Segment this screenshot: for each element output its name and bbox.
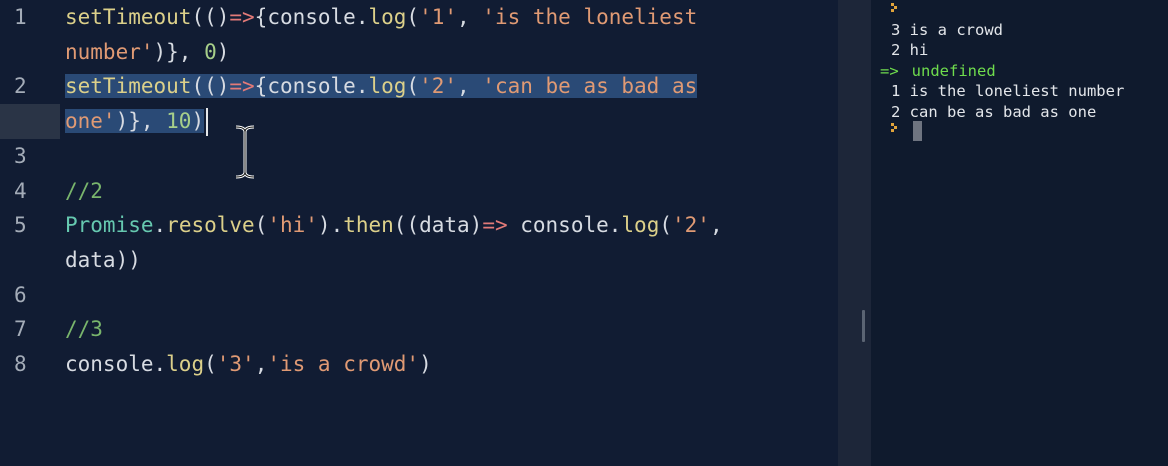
prompt-icon: [891, 2, 899, 16]
console-result: => undefined: [880, 61, 996, 81]
code-token: (: [659, 213, 672, 238]
code-token: one': [65, 109, 116, 134]
line-number: 4: [14, 178, 27, 203]
console-output-line: 2 hi: [891, 41, 929, 59]
code-line[interactable]: setTimeout(()=>{console.log('1', 'is the…: [65, 0, 697, 35]
text-cursor-icon: [235, 125, 255, 179]
line-number: 7: [14, 317, 27, 342]
code-token: setTimeout: [65, 74, 192, 99]
code-token: ).: [317, 213, 344, 238]
code-token: (: [406, 5, 420, 29]
code-token: console.: [65, 352, 167, 376]
code-token: ): [419, 352, 432, 376]
code-token: 'is a crowd': [267, 352, 420, 376]
line-number: 5: [14, 213, 27, 238]
code-line[interactable]: //3: [65, 312, 103, 347]
code-token: log: [368, 5, 407, 29]
code-token: 'is the loneliest: [482, 5, 698, 29]
code-token: //2: [65, 178, 103, 203]
code-token: {console.: [254, 5, 369, 29]
line-number: 3: [14, 143, 27, 168]
result-value: undefined: [911, 62, 996, 80]
code-token: ,: [457, 74, 483, 99]
code-token: console.: [507, 213, 622, 238]
line-number: 8: [14, 352, 27, 376]
code-token: (: [204, 352, 217, 376]
code-token: '3': [216, 352, 255, 376]
code-token: (: [406, 74, 420, 99]
code-token: .: [153, 213, 167, 238]
code-token: )},: [153, 39, 205, 64]
code-token: '1': [419, 5, 457, 29]
code-token: data)): [65, 247, 141, 272]
code-token: =>: [229, 74, 255, 99]
code-token: 0: [204, 39, 217, 64]
code-token: Promise: [65, 213, 154, 238]
code-token: =>: [482, 213, 508, 238]
code-token: log: [368, 74, 407, 99]
console-output-line: 2 can be as bad as one: [891, 103, 1097, 121]
code-line[interactable]: Promise.resolve('hi').then((data)=> cons…: [65, 208, 723, 243]
pane-splitter[interactable]: [838, 0, 871, 466]
code-token: ,: [709, 213, 723, 238]
code-token: //3: [65, 317, 103, 342]
code-token: 'can be as bad as: [482, 74, 698, 99]
code-token: ((): [191, 5, 230, 29]
result-arrow: =>: [880, 62, 899, 80]
code-editor[interactable]: 1 setTimeout(()=>{console.log('1', 'is th…: [0, 0, 838, 466]
code-token: ((): [191, 74, 230, 99]
code-token: ): [216, 39, 230, 64]
text-caret: [206, 108, 209, 137]
code-token: number': [65, 39, 154, 64]
console-output-line: 3 is a crowd: [891, 21, 1003, 39]
code-line[interactable]: //2: [65, 174, 103, 209]
code-token: 'hi': [267, 213, 318, 238]
code-token: log: [621, 213, 660, 238]
code-line[interactable]: data)): [65, 243, 141, 278]
code-token: '2': [419, 74, 457, 99]
code-token: log: [166, 352, 205, 376]
code-line[interactable]: console.log('3','is a crowd'): [65, 347, 432, 382]
code-token: =>: [229, 5, 255, 29]
code-token: 10: [166, 109, 192, 134]
code-token: ): [191, 109, 205, 134]
code-line[interactable]: one')}, 10): [65, 104, 209, 139]
code-line[interactable]: setTimeout(()=>{console.log('2', 'can be…: [65, 69, 698, 104]
splitter-grip[interactable]: [862, 310, 865, 342]
line-number: 1: [14, 5, 27, 29]
code-token: ((data): [393, 213, 483, 238]
console-output-line: 1 is the loneliest number: [891, 82, 1125, 100]
line-number: 2: [14, 74, 27, 99]
code-token: {console.: [254, 74, 369, 99]
code-token: ,: [457, 5, 483, 29]
code-line[interactable]: number')}, 0): [65, 35, 229, 70]
code-token: '2': [672, 213, 710, 238]
code-token: ,: [254, 352, 268, 376]
current-line-highlight: [0, 104, 60, 140]
code-token: resolve: [166, 213, 255, 238]
console-input-cursor: [913, 121, 922, 141]
code-token: (: [254, 213, 268, 238]
code-token: )},: [115, 109, 167, 134]
code-token: then: [343, 213, 394, 238]
code-token: setTimeout: [65, 5, 192, 29]
prompt-icon: [891, 122, 899, 136]
line-number: 6: [14, 282, 27, 307]
console-panel[interactable]: 3 is a crowd 2 hi => undefined 1 is the lone…: [871, 0, 1168, 466]
